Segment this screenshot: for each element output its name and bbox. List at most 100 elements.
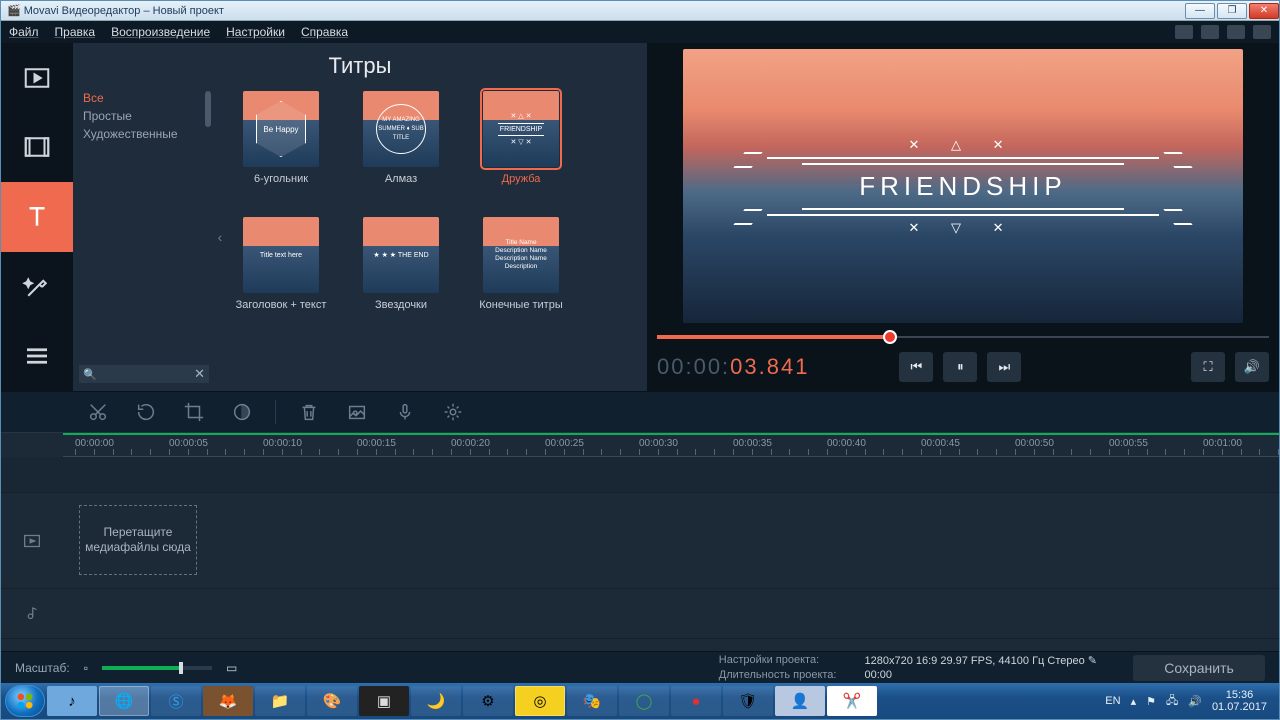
voiceover-tool[interactable]: [390, 397, 420, 427]
taskbar-item[interactable]: ◎: [515, 686, 565, 716]
timecode-display: 00:00:03.841: [657, 354, 809, 381]
category-scrollbar[interactable]: [205, 91, 211, 127]
rail-filters-button[interactable]: [1, 113, 73, 183]
social-share-icon[interactable]: [1253, 25, 1271, 39]
window-close-button[interactable]: ✕: [1249, 3, 1279, 19]
start-button[interactable]: [5, 685, 45, 717]
play-pause-button[interactable]: ⏸: [943, 352, 977, 382]
zoom-slider[interactable]: [102, 666, 212, 670]
cut-tool[interactable]: [83, 397, 113, 427]
tray-clock[interactable]: 15:3601.07.2017: [1212, 689, 1267, 713]
menu-file[interactable]: Файл: [9, 25, 39, 39]
audio-track[interactable]: [1, 589, 1279, 639]
snapshot-tool[interactable]: [342, 397, 372, 427]
menu-playback[interactable]: Воспроизведение: [111, 25, 210, 39]
scrubber-thumb-icon[interactable]: [883, 330, 897, 344]
window-titlebar: 🎬 Movavi Видеоредактор – Новый проект — …: [1, 1, 1279, 21]
tray-lang[interactable]: EN: [1105, 695, 1120, 707]
video-track[interactable]: Перетащите медиафайлы сюда: [1, 493, 1279, 589]
taskbar-item[interactable]: 🦊: [203, 686, 253, 716]
taskbar-item[interactable]: ▣: [359, 686, 409, 716]
rail-effects-button[interactable]: [1, 252, 73, 322]
search-clear-icon[interactable]: ✕: [194, 366, 205, 382]
social-youtube-icon[interactable]: [1175, 25, 1193, 39]
category-artistic[interactable]: Художественные: [83, 125, 215, 143]
preview-scrubber[interactable]: [657, 329, 1269, 345]
title-card[interactable]: ★ ★ ★ THE ENDЗвездочки: [351, 217, 451, 325]
next-frame-button[interactable]: ⏭: [987, 352, 1021, 382]
taskbar-item[interactable]: ♪: [47, 686, 97, 716]
timeline: 00:00:0000:00:0500:00:1000:00:1500:00:20…: [1, 433, 1279, 651]
taskbar-item[interactable]: 🎭: [567, 686, 617, 716]
project-duration-value: 00:00: [864, 669, 1097, 681]
tray-network-icon[interactable]: 🖧: [1166, 692, 1178, 711]
system-tray: EN ▴ ⚑ 🖧 🔊 15:3601.07.2017: [1105, 689, 1275, 713]
social-ok-icon[interactable]: [1201, 25, 1219, 39]
volume-button[interactable]: 🔊: [1235, 352, 1269, 382]
window-title: Movavi Видеоредактор – Новый проект: [24, 5, 224, 17]
project-settings-value: 1280x720 16:9 29.97 FPS, 44100 Гц Стерео: [864, 655, 1084, 667]
project-settings-label: Настройки проекта:: [719, 654, 837, 667]
project-duration-label: Длительность проекта:: [719, 669, 837, 681]
category-all[interactable]: Все: [83, 89, 215, 107]
taskbar-item[interactable]: 🛡: [723, 686, 773, 716]
taskbar-item[interactable]: ●: [671, 686, 721, 716]
window-minimize-button[interactable]: —: [1185, 3, 1215, 19]
video-track-icon: [1, 493, 63, 588]
rail-more-button[interactable]: [1, 321, 73, 391]
drop-hint: Перетащите медиафайлы сюда: [79, 505, 197, 575]
social-vk-icon[interactable]: [1227, 25, 1245, 39]
edit-settings-icon[interactable]: ✎: [1088, 655, 1097, 667]
title-card[interactable]: Be Happy6-угольник: [231, 91, 331, 199]
status-bar: Масштаб: ▫ ▭ Настройки проекта: 1280x720…: [1, 651, 1279, 683]
left-tool-rail: [1, 43, 73, 391]
overlay-title-text: FRIENDSHIP: [767, 171, 1159, 202]
taskbar-item[interactable]: 🌐: [99, 686, 149, 716]
zoom-label: Масштаб:: [15, 661, 70, 675]
delete-tool[interactable]: [294, 397, 324, 427]
audio-track-icon: [1, 589, 63, 638]
timeline-ruler[interactable]: 00:00:0000:00:0500:00:1000:00:1500:00:20…: [63, 435, 1279, 457]
panel-heading: Титры: [73, 43, 647, 83]
zoom-out-icon[interactable]: ▫: [84, 661, 88, 675]
app-icon: 🎬: [7, 4, 21, 17]
tray-volume-icon[interactable]: 🔊: [1188, 695, 1202, 708]
prev-frame-button[interactable]: ⏮: [899, 352, 933, 382]
search-icon: 🔍: [83, 368, 97, 381]
panel-collapse-handle[interactable]: ‹: [215, 83, 225, 391]
menu-settings[interactable]: Настройки: [226, 25, 285, 39]
taskbar-item[interactable]: 👤: [775, 686, 825, 716]
title-card[interactable]: Title text hereЗаголовок + текст: [231, 217, 331, 325]
preview-pane: ✕ △ ✕ FRIENDSHIP ✕ ▽ ✕ 00:00:03.841: [647, 43, 1279, 391]
title-overlay: ✕ △ ✕ FRIENDSHIP ✕ ▽ ✕: [767, 137, 1159, 236]
menu-help[interactable]: Справка: [301, 25, 348, 39]
color-tool[interactable]: [227, 397, 257, 427]
rail-titles-button[interactable]: [1, 182, 73, 252]
taskbar-item[interactable]: ⚙: [463, 686, 513, 716]
menu-edit[interactable]: Правка: [55, 25, 96, 39]
titles-panel: Титры Все Простые Художественные 🔍 ✕: [73, 43, 647, 391]
save-button[interactable]: Сохранить: [1133, 655, 1265, 681]
crop-tool[interactable]: [179, 397, 209, 427]
preview-canvas[interactable]: ✕ △ ✕ FRIENDSHIP ✕ ▽ ✕: [683, 49, 1243, 323]
clip-properties-tool[interactable]: [438, 397, 468, 427]
taskbar-item[interactable]: Ⓢ: [151, 686, 201, 716]
taskbar-item[interactable]: 🎨: [307, 686, 357, 716]
title-card-selected[interactable]: ✕ △ ✕FRIENDSHIP✕ ▽ ✕Дружба: [471, 91, 571, 199]
zoom-fit-icon[interactable]: ▭: [226, 661, 237, 675]
rotate-tool[interactable]: [131, 397, 161, 427]
titles-grid: Be Happy6-угольник MY AMAZING SUMMER ♦ S…: [225, 83, 647, 391]
title-card[interactable]: MY AMAZING SUMMER ♦ SUB TITLEАлмаз: [351, 91, 451, 199]
fullscreen-button[interactable]: ⛶: [1191, 352, 1225, 382]
rail-media-button[interactable]: [1, 43, 73, 113]
window-restore-button[interactable]: ❐: [1217, 3, 1247, 19]
taskbar-item[interactable]: 📁: [255, 686, 305, 716]
taskbar-item[interactable]: ◯: [619, 686, 669, 716]
tray-chevron-icon[interactable]: ▴: [1131, 695, 1137, 708]
taskbar-item[interactable]: 🌙: [411, 686, 461, 716]
title-card[interactable]: Title Name Description Name Description …: [471, 217, 571, 325]
category-search[interactable]: 🔍 ✕: [79, 365, 209, 383]
taskbar-movavi[interactable]: ✂️: [827, 686, 877, 716]
tray-action-center-icon[interactable]: ⚑: [1146, 695, 1156, 708]
category-simple[interactable]: Простые: [83, 107, 215, 125]
